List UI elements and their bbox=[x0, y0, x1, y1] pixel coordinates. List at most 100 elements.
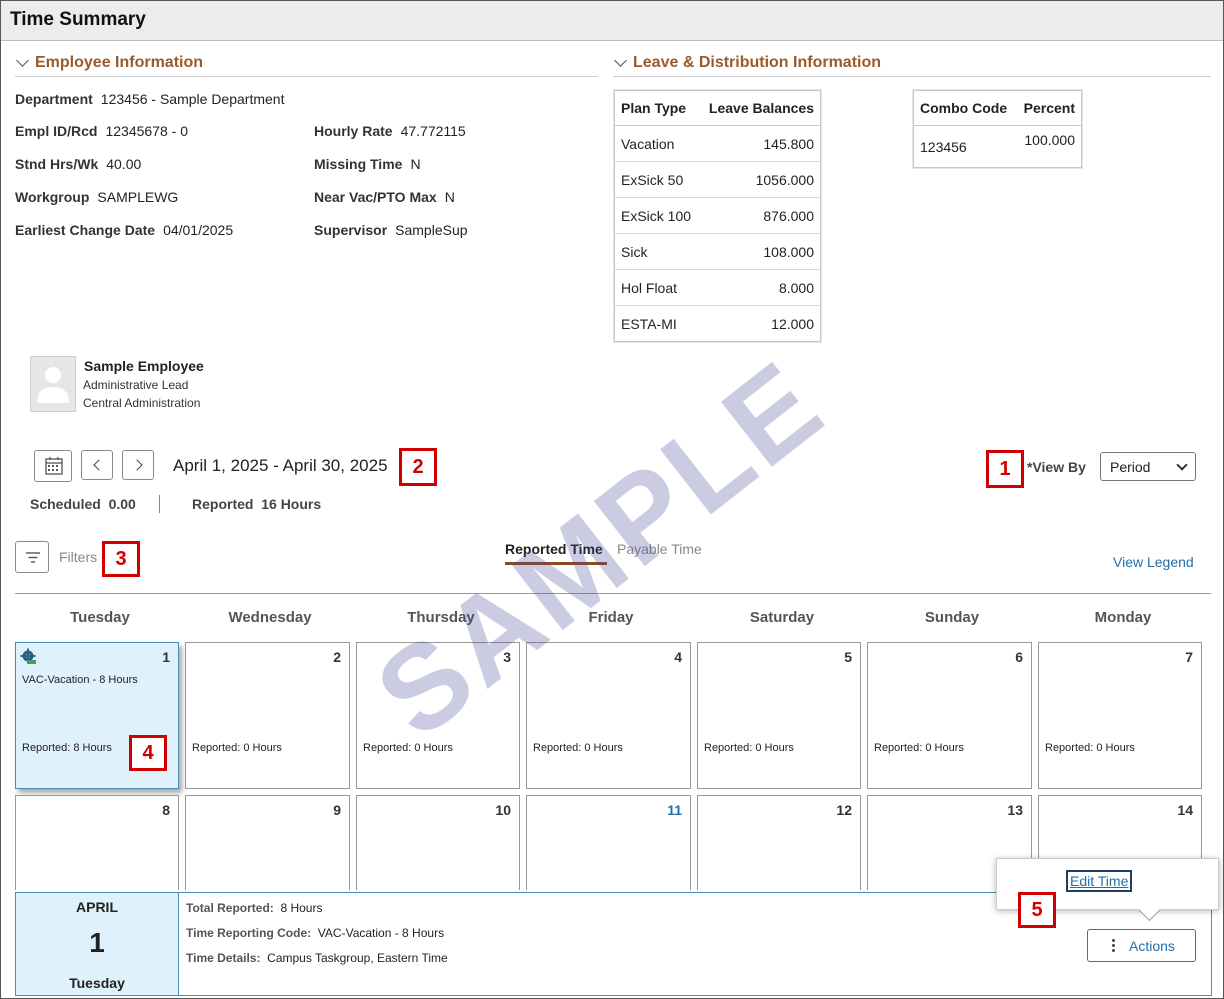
day-cell[interactable]: 2 Reported: 0 Hours bbox=[185, 642, 350, 789]
workgroup-field: Workgroup SAMPLEWG bbox=[15, 189, 178, 205]
previous-period-button[interactable] bbox=[81, 450, 113, 480]
reported-hours: Reported: 0 Hours bbox=[704, 742, 794, 754]
view-legend-link[interactable]: View Legend bbox=[1113, 554, 1194, 570]
table-row: ExSick 100 876.000 bbox=[614, 197, 821, 234]
earliest-change-field: Earliest Change Date 04/01/2025 bbox=[15, 222, 233, 238]
balance-cell: 108.000 bbox=[699, 233, 821, 270]
day-number: 10 bbox=[495, 802, 511, 818]
label: Stnd Hrs/Wk bbox=[15, 156, 99, 172]
supervisor-field: Supervisor SampleSup bbox=[314, 222, 468, 238]
balance-cell: 1056.000 bbox=[699, 161, 821, 198]
day-cell[interactable]: 5 Reported: 0 Hours bbox=[697, 642, 861, 789]
edit-time-menu-item[interactable]: Edit Time bbox=[1065, 870, 1133, 892]
day-cell-today[interactable]: 11 bbox=[526, 795, 691, 890]
day-cell[interactable]: 12 bbox=[697, 795, 861, 890]
empl-id-field: Empl ID/Rcd 12345678 - 0 bbox=[15, 123, 188, 139]
day-cell[interactable]: 4 Reported: 0 Hours bbox=[526, 642, 691, 789]
plan-type-cell: ExSick 100 bbox=[614, 197, 700, 234]
callout-1: 1 bbox=[986, 450, 1024, 488]
leave-balances-table: Plan Type Leave Balances Vacation 145.800… bbox=[614, 90, 821, 342]
leave-info-section-header[interactable]: Leave & Distribution Information bbox=[613, 54, 881, 72]
next-period-button[interactable] bbox=[122, 450, 154, 480]
hourly-rate-field: Hourly Rate 47.772115 bbox=[314, 123, 466, 139]
time-entry: VAC-Vacation - 8 Hours bbox=[22, 674, 138, 686]
view-by-label: *View By bbox=[1027, 459, 1086, 475]
combo-code-table: Combo Code Percent 123456 100.000 bbox=[913, 90, 1082, 168]
balance-cell: 876.000 bbox=[699, 197, 821, 234]
label: Department bbox=[15, 91, 93, 107]
chevron-down-icon bbox=[16, 54, 29, 68]
day-number: 6 bbox=[1015, 649, 1023, 665]
day-number: 14 bbox=[1177, 802, 1193, 818]
day-number: 12 bbox=[836, 802, 852, 818]
callout-5: 5 bbox=[1018, 892, 1056, 928]
tab-reported-time[interactable]: Reported Time bbox=[505, 541, 603, 557]
actions-button[interactable]: Actions bbox=[1087, 929, 1196, 962]
callout-2: 2 bbox=[399, 448, 437, 486]
stnd-hrs-field: Stnd Hrs/Wk 40.00 bbox=[15, 156, 141, 172]
employee-department: Central Administration bbox=[83, 396, 201, 410]
day-cell[interactable]: 7 Reported: 0 Hours bbox=[1038, 642, 1202, 789]
table-row: ExSick 50 1056.000 bbox=[614, 161, 821, 198]
label: Total Reported: bbox=[186, 901, 274, 915]
day-number: 5 bbox=[844, 649, 852, 665]
label: Time Reporting Code: bbox=[186, 926, 312, 940]
balance-cell: 145.800 bbox=[699, 125, 821, 162]
plan-type-cell: ESTA-MI bbox=[621, 315, 677, 332]
balance-cell: 12.000 bbox=[771, 315, 814, 332]
value: 40.00 bbox=[106, 156, 142, 172]
employee-name: Sample Employee bbox=[84, 358, 204, 374]
label: Missing Time bbox=[314, 156, 403, 172]
day-cell[interactable]: 3 Reported: 0 Hours bbox=[356, 642, 520, 789]
employee-info-section-header[interactable]: Employee Information bbox=[15, 54, 203, 72]
near-vac-field: Near Vac/PTO Max N bbox=[314, 189, 455, 205]
label: Time Details: bbox=[186, 951, 261, 965]
leave-info-heading: Leave & Distribution Information bbox=[633, 54, 882, 71]
view-by-select[interactable]: Period bbox=[1100, 452, 1196, 481]
view-by-value: Period bbox=[1110, 459, 1151, 475]
reported-label: Reported bbox=[192, 496, 254, 512]
label: Earliest Change Date bbox=[15, 222, 156, 238]
combo-code-cell: 123456 bbox=[920, 138, 967, 155]
calendar-icon bbox=[45, 457, 63, 475]
period-range: April 1, 2025 - April 30, 2025 bbox=[173, 456, 388, 475]
value: 12345678 - 0 bbox=[105, 123, 188, 139]
employee-title: Administrative Lead bbox=[83, 378, 189, 392]
weekday-header: Sunday bbox=[924, 609, 980, 626]
value: N bbox=[444, 189, 455, 205]
column-header: Combo Code bbox=[913, 90, 1016, 126]
label: Workgroup bbox=[15, 189, 90, 205]
weekday-header: Tuesday bbox=[70, 609, 130, 626]
detail-time-details: Time Details: Campus Taskgroup, Eastern … bbox=[186, 951, 448, 965]
reported-summary: Reported 16 Hours bbox=[192, 496, 321, 512]
day-cell[interactable]: 9 bbox=[185, 795, 350, 890]
label: Supervisor bbox=[314, 222, 388, 238]
tab-payable-time[interactable]: Payable Time bbox=[617, 541, 702, 557]
day-number: 9 bbox=[333, 802, 341, 818]
table-header-row: Plan Type Leave Balances bbox=[614, 90, 821, 126]
page-title: Time Summary bbox=[10, 9, 146, 30]
filter-icon bbox=[26, 552, 40, 563]
value: 04/01/2025 bbox=[163, 222, 234, 238]
chevron-left-icon bbox=[93, 459, 105, 471]
value: 47.772115 bbox=[400, 123, 466, 139]
filters-label[interactable]: Filters bbox=[59, 549, 97, 565]
weekday-header: Thursday bbox=[407, 609, 475, 626]
callout-3: 3 bbox=[102, 541, 140, 577]
table-row: 123456 100.000 bbox=[914, 126, 1082, 168]
chevron-down-icon bbox=[1176, 459, 1188, 471]
detail-date-block: APRIL 1 Tuesday bbox=[16, 893, 179, 995]
reported-hours: Reported: 0 Hours bbox=[1045, 742, 1135, 754]
filters-button[interactable] bbox=[15, 541, 49, 573]
day-cell[interactable]: 10 bbox=[356, 795, 520, 890]
day-cell[interactable]: 6 Reported: 0 Hours bbox=[867, 642, 1032, 789]
plan-type-cell: ExSick 50 bbox=[614, 161, 700, 198]
percent-cell: 100.000 bbox=[1024, 132, 1075, 148]
label: Hourly Rate bbox=[314, 123, 393, 139]
calendar-button[interactable] bbox=[34, 450, 72, 482]
day-cell[interactable]: 8 bbox=[15, 795, 179, 890]
day-number: 1 bbox=[162, 649, 170, 665]
title-bar: Time Summary bbox=[1, 1, 1223, 41]
detail-day: 1 bbox=[89, 927, 105, 958]
divider bbox=[15, 593, 1211, 594]
